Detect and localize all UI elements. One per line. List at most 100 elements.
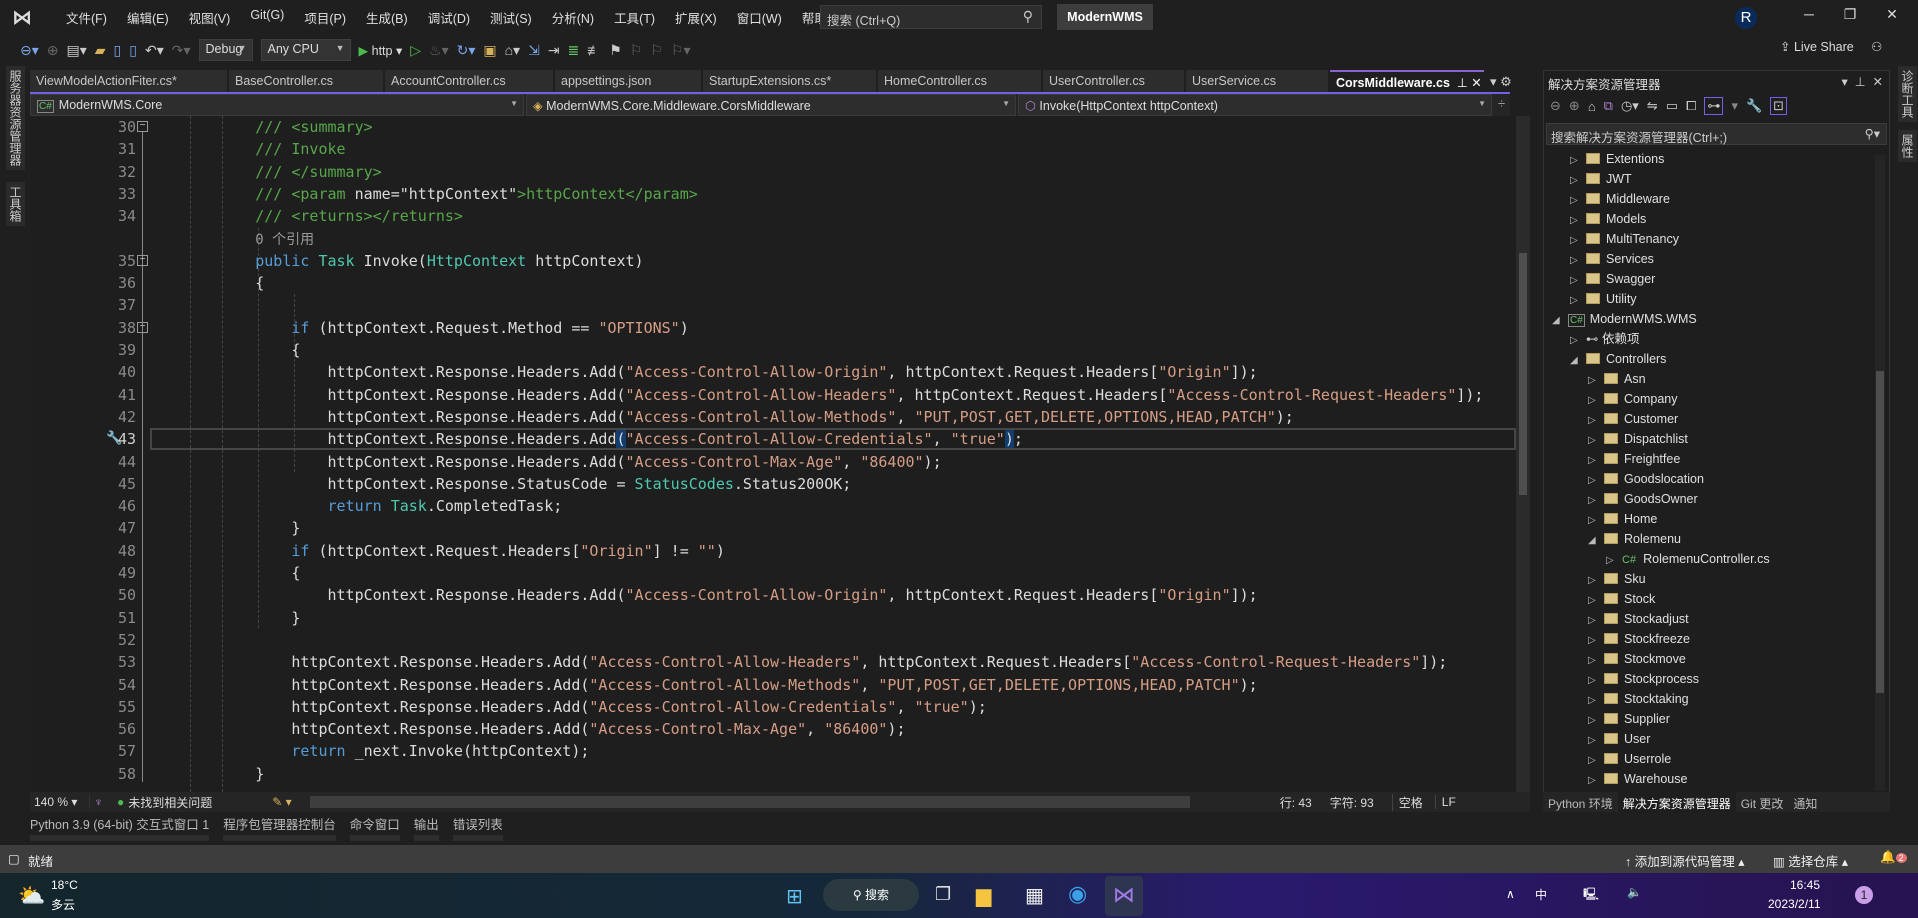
- maximize-button[interactable]: ❐: [1830, 6, 1870, 30]
- type-dropdown[interactable]: ◈ ModernWMS.Core.Middleware.CorsMiddlewa…: [526, 94, 1016, 116]
- clock-date[interactable]: 2023/2/11: [1768, 897, 1821, 911]
- tree-item[interactable]: ▷ Swagger: [1570, 269, 1655, 289]
- close-button[interactable]: ✕: [1872, 6, 1912, 30]
- tree-item[interactable]: ▷ Stockadjust: [1588, 609, 1689, 629]
- restart-icon[interactable]: ↻▾: [457, 42, 476, 59]
- visual-studio-taskbar-icon[interactable]: ⋈: [1105, 876, 1143, 916]
- config-dropdown[interactable]: Debug ▼: [198, 39, 253, 61]
- open-folder-icon[interactable]: ▰: [95, 42, 106, 59]
- notification-bell-icon[interactable]: 🔔 2: [1880, 850, 1907, 865]
- collapse-all-icon[interactable]: ▭: [1666, 98, 1678, 114]
- collapsed-arrow-icon[interactable]: ▷: [1570, 151, 1586, 171]
- menu-item[interactable]: 视图(V): [179, 8, 241, 27]
- collapsed-arrow-icon[interactable]: ▷: [1570, 211, 1586, 231]
- codelens-references[interactable]: 0 个引用: [255, 232, 314, 248]
- line-ending-indicator[interactable]: LF: [1434, 795, 1462, 809]
- tree-item[interactable]: ▷ Utility: [1570, 289, 1637, 309]
- collapsed-arrow-icon[interactable]: ▷: [1588, 411, 1604, 431]
- document-tab[interactable]: UserService.cs: [1186, 70, 1328, 92]
- menu-item[interactable]: 分析(N): [542, 8, 604, 27]
- solution-name-badge[interactable]: ModernWMS: [1057, 4, 1153, 30]
- menu-item[interactable]: 项目(P): [294, 8, 356, 27]
- collapsed-arrow-icon[interactable]: ▷: [1588, 711, 1604, 731]
- bottom-tool-tab[interactable]: 程序包管理器控制台: [223, 814, 336, 841]
- minimize-button[interactable]: ─: [1789, 6, 1829, 30]
- code-editor[interactable]: 30− /// <summary> 31 /// Invoke 32 /// </s…: [30, 116, 1516, 792]
- tree-item[interactable]: ◢ C# ModernWMS.WMS: [1552, 309, 1697, 329]
- tree-item[interactable]: ▷ Supplier: [1588, 709, 1670, 729]
- collapsed-arrow-icon[interactable]: ▷: [1570, 251, 1586, 271]
- tree-item[interactable]: ▷ GoodsOwner: [1588, 489, 1698, 509]
- tree-item[interactable]: ▷ JWT: [1570, 169, 1632, 189]
- tab-overflow-icon[interactable]: ▾ ⚙: [1486, 70, 1516, 94]
- show-all-files-icon[interactable]: ⧠: [1686, 98, 1696, 114]
- home-icon[interactable]: ⌂: [1588, 99, 1596, 114]
- panel-tab[interactable]: 解决方案资源管理器: [1617, 792, 1736, 812]
- tree-item[interactable]: ▷ MultiTenancy: [1570, 229, 1679, 249]
- bookmark-next-icon[interactable]: ⚐: [650, 42, 663, 59]
- collapsed-arrow-icon[interactable]: ▷: [1588, 731, 1604, 751]
- menu-item[interactable]: 编辑(E): [117, 8, 179, 27]
- tree-item[interactable]: ◢ Rolemenu: [1588, 529, 1681, 549]
- select-repo-button[interactable]: ▥ 选择仓库 ▴: [1773, 851, 1848, 870]
- document-tab[interactable]: ViewModelActionFiter.cs*: [30, 70, 227, 92]
- toolbox-tab[interactable]: 工具箱: [6, 182, 25, 226]
- back-icon[interactable]: ⊖: [1550, 98, 1561, 114]
- collapsed-arrow-icon[interactable]: ▷: [1570, 171, 1586, 191]
- scrollbar-thumb[interactable]: [1519, 253, 1527, 495]
- preview-icon[interactable]: ⊡: [1770, 97, 1788, 115]
- tree-item[interactable]: ▷ Goodslocation: [1588, 469, 1704, 489]
- save-all-icon[interactable]: ▯: [129, 42, 137, 59]
- run-button[interactable]: ▶ http ▾: [359, 43, 403, 58]
- tree-item[interactable]: ◢ Controllers: [1570, 349, 1666, 369]
- tree-item[interactable]: ▷ Customer: [1588, 409, 1678, 429]
- uncomment-icon[interactable]: ≢: [587, 42, 601, 58]
- collapsed-arrow-icon[interactable]: ▷: [1588, 691, 1604, 711]
- indent-icon[interactable]: ⇥: [548, 42, 560, 59]
- fold-toggle-icon[interactable]: −: [137, 121, 148, 132]
- collapsed-arrow-icon[interactable]: ▷: [1588, 651, 1604, 671]
- horizontal-scrollbar[interactable]: [309, 796, 1190, 808]
- tree-item[interactable]: ▷ Stockmove: [1588, 649, 1686, 669]
- volume-icon[interactable]: 🔈: [1627, 885, 1642, 899]
- taskbar-search-button[interactable]: ⚲ 搜索: [823, 879, 919, 911]
- tree-item[interactable]: ▷ Stockfreeze: [1588, 629, 1690, 649]
- tree-item[interactable]: ▷ Freightfee: [1588, 449, 1680, 469]
- tree-item[interactable]: ▷ Home: [1588, 509, 1657, 529]
- member-dropdown[interactable]: ⬡ Invoke(HttpContext httpContext) ▼: [1018, 94, 1492, 116]
- search-input[interactable]: 搜索 (Ctrl+Q) ⚲: [820, 5, 1042, 29]
- collapsed-arrow-icon[interactable]: ▷: [1588, 611, 1604, 631]
- menu-item[interactable]: 测试(S): [480, 8, 542, 27]
- tree-item[interactable]: ▷ ⊷ 依赖项: [1570, 329, 1640, 349]
- collapsed-arrow-icon[interactable]: ▷: [1570, 191, 1586, 211]
- tree-item[interactable]: ▷ Userrole: [1588, 749, 1671, 769]
- ms-store-icon[interactable]: ▦: [1025, 883, 1044, 908]
- panel-tab[interactable]: 通知: [1788, 792, 1822, 812]
- tree-scrollbar[interactable]: [1875, 155, 1885, 791]
- collapsed-arrow-icon[interactable]: ▷: [1588, 771, 1604, 791]
- comment-icon[interactable]: ≣: [568, 42, 580, 59]
- tree-item[interactable]: ▷ Stocktaking: [1588, 689, 1689, 709]
- tree-item[interactable]: ▷ Middleware: [1570, 189, 1670, 209]
- tree-item[interactable]: ▷ Stockprocess: [1588, 669, 1699, 689]
- menu-item[interactable]: 生成(B): [356, 8, 418, 27]
- server-explorer-tab[interactable]: 服务器资源管理器: [6, 66, 25, 170]
- forward-icon[interactable]: ⊕: [47, 42, 59, 59]
- panel-tab[interactable]: Git 更改: [1736, 792, 1789, 812]
- zoom-dropdown[interactable]: 140 % ▾: [30, 795, 90, 809]
- feedback-icon[interactable]: ⚇: [1871, 40, 1882, 54]
- properties-tab[interactable]: 属性: [1898, 130, 1917, 162]
- sync-icon[interactable]: ⇋: [1647, 98, 1658, 114]
- collapsed-arrow-icon[interactable]: ▷: [1606, 551, 1622, 571]
- layout-icon[interactable]: ⌂▾: [505, 42, 520, 59]
- ime-indicator[interactable]: 中: [1535, 886, 1547, 903]
- whitespace-indicator[interactable]: 空格: [1391, 793, 1429, 811]
- tree-item[interactable]: ▷ Models: [1570, 209, 1646, 229]
- tree-item[interactable]: ▷ Company: [1588, 389, 1678, 409]
- file-explorer-icon[interactable]: ▆: [976, 883, 991, 908]
- network-icon[interactable]: 🖳: [1583, 885, 1599, 906]
- collapsed-arrow-icon[interactable]: ▷: [1588, 671, 1604, 691]
- line-indicator[interactable]: 行: 43: [1280, 794, 1312, 811]
- collapsed-arrow-icon[interactable]: ▷: [1588, 511, 1604, 531]
- collapsed-arrow-icon[interactable]: ▷: [1588, 371, 1604, 391]
